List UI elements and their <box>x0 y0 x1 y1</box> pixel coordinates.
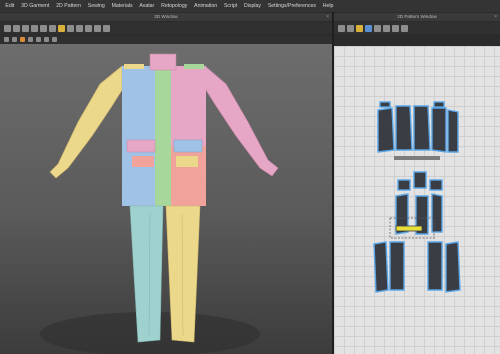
tape-icon[interactable] <box>49 24 56 32</box>
simulate-icon[interactable] <box>103 24 110 32</box>
window-title-2d: 2D Pattern Window × <box>334 13 500 21</box>
torso-green <box>155 66 171 206</box>
pattern-pant-4 <box>445 241 461 293</box>
texture-icon[interactable] <box>20 37 25 42</box>
pocket-right <box>173 139 203 153</box>
view-front-icon[interactable] <box>4 37 9 42</box>
menu-avatar[interactable]: Avatar <box>136 0 158 12</box>
brush-icon[interactable] <box>58 24 65 32</box>
settings-icon[interactable] <box>85 24 92 32</box>
torso-coral <box>171 146 206 206</box>
avatar-icon[interactable] <box>76 24 83 32</box>
torso-blue-lower <box>122 146 155 206</box>
menu-animation[interactable]: Animation <box>191 0 221 12</box>
pattern-collar-right <box>429 179 443 191</box>
pin-icon[interactable] <box>40 24 47 32</box>
left-sleeve <box>49 65 123 179</box>
subtoolbar-3d <box>0 35 332 44</box>
pattern-pieces <box>373 101 461 293</box>
pattern-pant-2 <box>389 241 405 291</box>
toolbar-3d <box>0 22 332 34</box>
patch-right <box>176 156 198 167</box>
pattern-shoulder-left <box>379 101 391 108</box>
toolbar-2d <box>334 22 500 34</box>
menu-edit[interactable]: Edit <box>2 0 18 12</box>
pattern-select-icon[interactable] <box>338 24 345 32</box>
pattern-collar <box>413 171 427 189</box>
pattern-sleeve-right <box>431 193 443 233</box>
menu-script[interactable]: Script <box>221 0 241 12</box>
pattern-jacket-center-left <box>395 105 413 151</box>
right-sleeve <box>204 65 279 177</box>
pattern-curve-icon[interactable] <box>365 24 372 32</box>
menu-materials[interactable]: Materials <box>108 0 136 12</box>
menu-help[interactable]: Help <box>319 0 336 12</box>
pattern-jacket-left <box>377 107 395 153</box>
render-icon[interactable] <box>36 37 41 42</box>
menu-retopology[interactable]: Retopology <box>158 0 191 12</box>
menu-bar: Edit 3D Garment 2D Pattern Sewing Materi… <box>0 0 500 12</box>
window-title-2d-label: 2D Pattern Window <box>397 14 437 19</box>
menu-settings-preferences[interactable]: Settings/Preferences <box>264 0 319 12</box>
grid-icon[interactable] <box>94 24 101 32</box>
torso-blue <box>122 66 155 146</box>
collar <box>149 53 177 71</box>
fold-icon[interactable] <box>31 24 38 32</box>
pattern-jacket-right <box>431 107 447 153</box>
pattern-sew-icon[interactable] <box>383 24 390 32</box>
viewport-2d-pattern[interactable] <box>334 46 500 354</box>
pattern-cut-icon[interactable] <box>392 24 399 32</box>
patch-left <box>132 156 154 167</box>
pattern-grid-icon[interactable] <box>401 24 408 32</box>
pattern-belt-selected <box>395 225 423 232</box>
epaulette-left <box>124 64 144 69</box>
move-icon[interactable] <box>13 24 20 32</box>
menu-sewing[interactable]: Sewing <box>84 0 108 12</box>
pattern-waistband <box>394 156 440 160</box>
close-icon[interactable]: × <box>494 13 497 21</box>
menu-2d-pattern[interactable]: 2D Pattern <box>53 0 85 12</box>
view-back-icon[interactable] <box>12 37 17 42</box>
light-icon[interactable] <box>28 37 33 42</box>
close-icon[interactable]: × <box>326 13 329 21</box>
menu-display[interactable]: Display <box>241 0 265 12</box>
viewport-3d[interactable] <box>0 44 332 354</box>
rotate-icon[interactable] <box>22 24 29 32</box>
select-icon[interactable] <box>4 24 11 32</box>
epaulette-right <box>184 64 204 69</box>
pattern-pant-3 <box>427 241 443 291</box>
pattern-shoulder-right <box>433 101 445 108</box>
window-title-3d: 3D Window × <box>0 13 332 21</box>
garment-3d-render <box>40 53 279 354</box>
pattern-pant-1 <box>373 241 389 293</box>
window-title-3d-label: 3D Window <box>154 14 178 19</box>
torso-pink <box>171 66 206 146</box>
pattern-collar-left <box>397 179 411 191</box>
measure-icon[interactable] <box>67 24 74 32</box>
pattern-jacket-center-right <box>413 105 431 151</box>
pattern-jacket-side <box>447 109 459 153</box>
pattern-edit-icon[interactable] <box>347 24 354 32</box>
menu-3d-garment[interactable]: 3D Garment <box>18 0 53 12</box>
pattern-add-icon[interactable] <box>356 24 363 32</box>
stress-map-icon[interactable] <box>52 37 57 42</box>
camera-icon[interactable] <box>44 37 49 42</box>
pocket-left <box>126 139 156 153</box>
pattern-seam-icon[interactable] <box>374 24 381 32</box>
